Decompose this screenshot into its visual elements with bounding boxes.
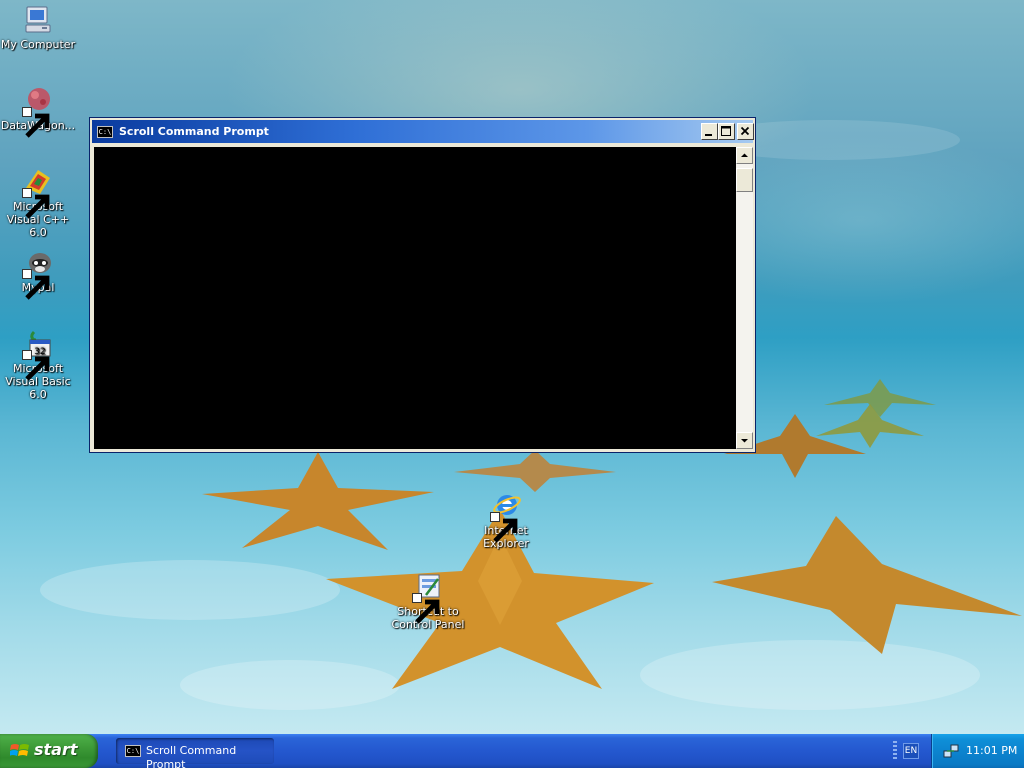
desktop-icon-mypal[interactable]: Mypal [0, 247, 76, 300]
sand-glint [40, 560, 340, 620]
desktop-icon-control-panel[interactable]: Shortcut to Control Panel [390, 571, 466, 631]
desktop-icon-datawagon[interactable]: DataWagon... [0, 85, 76, 138]
shortcut-arrow-icon [22, 350, 50, 381]
desktop-icon-visual-basic[interactable]: 32 Microsoft Visual Basic 6.0 [0, 328, 76, 401]
start-button[interactable]: start [0, 734, 98, 768]
arrow-up-icon [741, 153, 748, 157]
taskbar-grip [893, 741, 897, 761]
command-prompt-icon: C:\ [125, 745, 141, 757]
taskbar-item-command-prompt[interactable]: C:\ Scroll Command Prompt [116, 738, 274, 771]
command-prompt-icon[interactable]: C:\ [97, 126, 113, 138]
start-label: start [34, 740, 78, 759]
shortcut-arrow-icon [22, 269, 50, 300]
network-icon[interactable] [942, 742, 960, 760]
language-indicator[interactable]: EN [903, 743, 919, 759]
console-vertical-scrollbar[interactable] [736, 147, 753, 449]
maximize-button[interactable] [718, 123, 735, 140]
windows-logo-icon [10, 744, 29, 756]
scroll-thumb[interactable] [736, 168, 753, 192]
close-button[interactable] [737, 123, 754, 140]
datawagon-icon [22, 85, 54, 138]
my-computer-icon [22, 4, 54, 36]
maximize-icon [721, 126, 731, 136]
mypal-icon [22, 247, 54, 300]
desktop-icon-internet-explorer[interactable]: Internet Explorer [468, 490, 544, 550]
starfish-decoration [712, 516, 1022, 654]
taskbar[interactable]: start C:\ Scroll Command Prompt EN 11:01… [0, 734, 1024, 771]
minimize-icon [705, 134, 712, 136]
desktop-icon-my-computer[interactable]: My Computer [0, 4, 76, 51]
desktop-icon-label: My Computer [0, 38, 76, 51]
internet-explorer-icon [490, 490, 522, 543]
shortcut-arrow-icon [22, 188, 50, 219]
console-window[interactable]: C:\ Scroll Command Prompt [89, 117, 756, 453]
system-tray[interactable]: 11:01 PM [931, 734, 1024, 768]
desktop-icon-visual-cpp[interactable]: Microsoft Visual C++ 6.0 [0, 166, 76, 239]
console-window-title: Scroll Command Prompt [119, 125, 269, 138]
shortcut-arrow-icon [412, 593, 440, 624]
scroll-down-button[interactable] [736, 432, 753, 449]
minimize-button[interactable] [701, 123, 718, 140]
scroll-up-button[interactable] [736, 147, 753, 164]
close-icon [740, 126, 750, 136]
starfish-decoration [454, 450, 616, 492]
visual-cpp-icon [22, 166, 54, 219]
control-panel-icon [412, 571, 444, 624]
console-output-area[interactable] [94, 147, 736, 449]
clock[interactable]: 11:01 PM [966, 744, 1017, 758]
arrow-down-icon [741, 439, 748, 443]
shortcut-arrow-icon [490, 512, 518, 543]
shortcut-arrow-icon [22, 107, 50, 138]
desktop[interactable]: My Computer DataWagon... Microsoft Visua… [0, 0, 1024, 734]
visual-basic-icon: 32 [22, 328, 54, 381]
console-titlebar[interactable]: C:\ Scroll Command Prompt [92, 120, 754, 143]
